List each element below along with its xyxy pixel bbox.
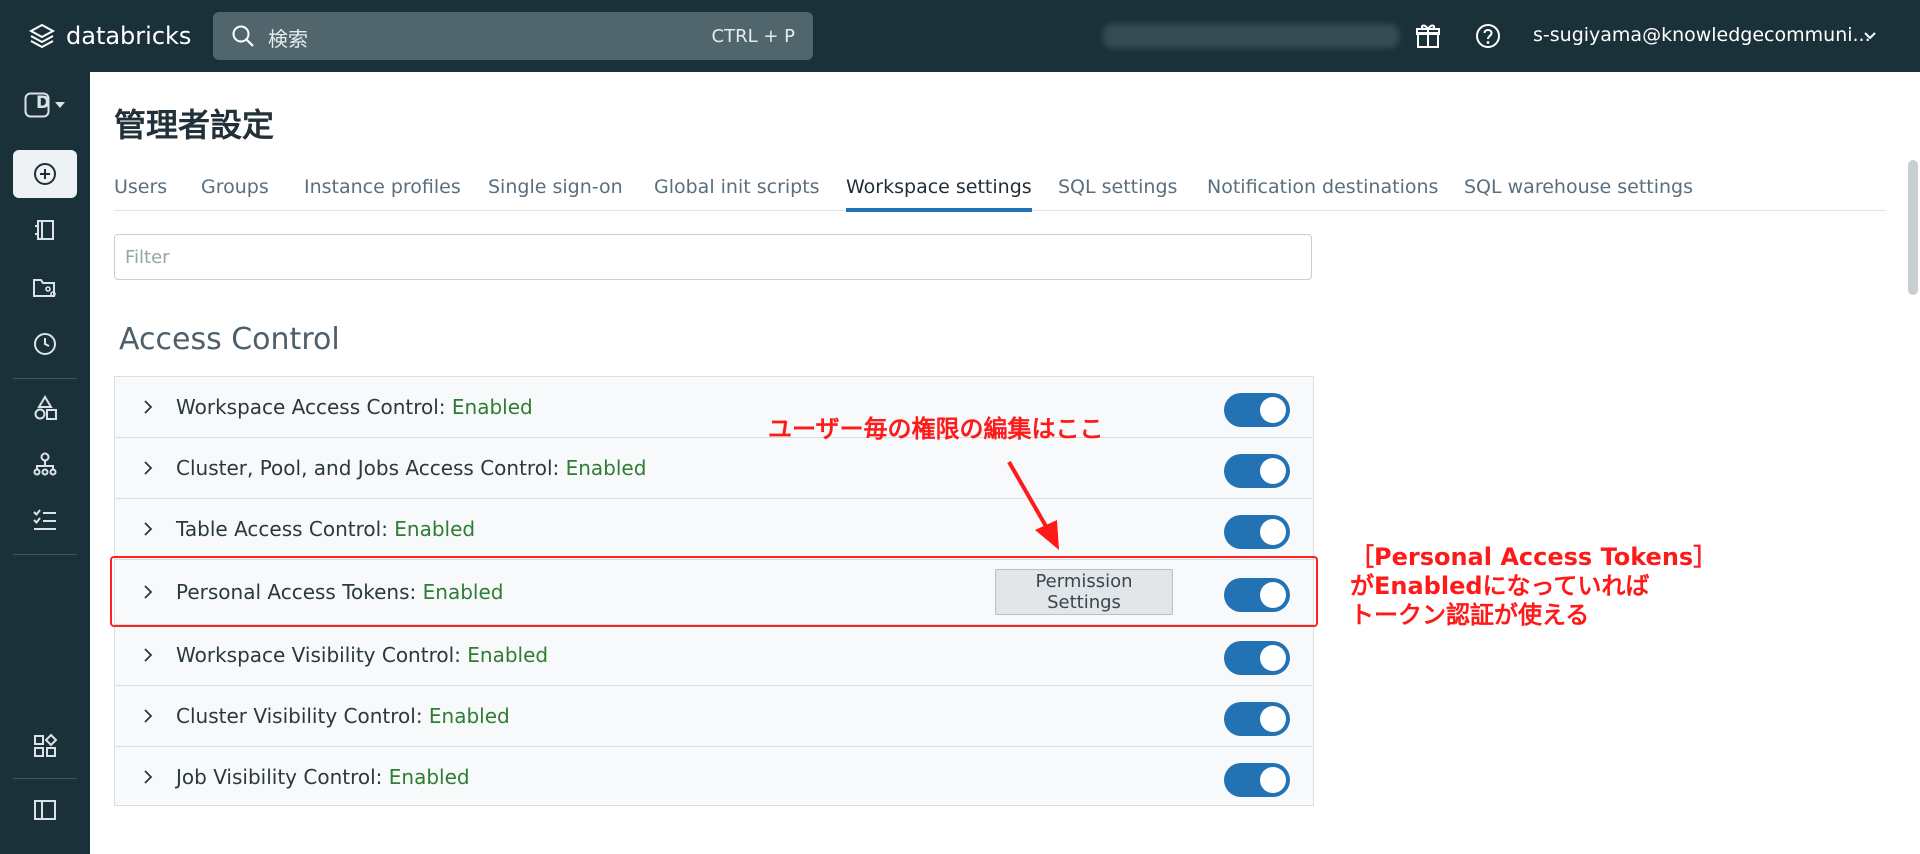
chevron-right-icon[interactable] [141,708,155,724]
tab-workspace-settings[interactable]: Workspace settings [846,176,1032,212]
setting-label: Cluster Visibility Control: Enabled [176,704,510,728]
workspace-badge-letter: D [36,93,51,113]
annotation-token-line3: トークン認証が使える [1350,601,1590,629]
setting-row-table-access-control: Table Access Control: Enabled [115,499,1313,560]
sidebar-item-marketplace[interactable] [13,722,77,770]
checklist-icon [33,509,56,530]
sidebar-item-workflows[interactable] [13,496,77,544]
sidebar-divider-2 [13,554,77,555]
left-sidebar: D [0,72,90,854]
sidebar-item-workspace[interactable] [13,206,77,254]
databricks-logo-icon [28,23,56,49]
setting-label: Cluster, Pool, and Jobs Access Control: … [176,456,647,480]
chevron-right-icon[interactable] [141,399,155,415]
setting-label: Workspace Visibility Control: Enabled [176,643,549,667]
setting-label: Job Visibility Control: Enabled [176,765,470,789]
setting-status: Enabled [394,517,476,541]
filter-input[interactable] [114,234,1312,280]
databricks-logo[interactable]: databricks [28,18,191,54]
sidebar-item-compute[interactable] [13,440,77,488]
plus-circle-icon [34,163,56,185]
caret-down-icon [55,102,65,108]
scrollbar[interactable] [1908,160,1918,295]
setting-row-workspace-visibility-control: Workspace Visibility Control: Enabled [115,625,1313,686]
settings-tabs: Users Groups Instance profiles Single si… [114,176,1886,212]
tab-sql-warehouse-settings[interactable]: SQL warehouse settings [1464,176,1693,210]
chevron-right-icon[interactable] [141,460,155,476]
notebook-icon [35,220,54,240]
tab-sql-settings[interactable]: SQL settings [1058,176,1177,210]
chevron-right-icon[interactable] [141,647,155,663]
tab-groups[interactable]: Groups [201,176,269,210]
annotation-token-line2: がEnabledになっていれば [1350,572,1650,600]
tab-global-init-scripts[interactable]: Global init scripts [654,176,820,210]
gift-icon[interactable] [1414,22,1442,50]
setting-toggle[interactable] [1224,702,1290,736]
setting-row-cluster-pool-jobs-access-control: Cluster, Pool, and Jobs Access Control: … [115,438,1313,499]
setting-toggle[interactable] [1224,515,1290,549]
setting-label: Workspace Access Control: Enabled [176,395,533,419]
cluster-icon [33,452,57,476]
help-icon[interactable] [1474,22,1502,50]
chevron-down-icon[interactable] [1862,28,1878,44]
sidebar-item-repos[interactable] [13,264,77,312]
setting-toggle[interactable] [1224,393,1290,427]
repo-folder-icon [33,279,56,297]
new-button[interactable] [13,150,77,198]
apps-icon [34,733,58,757]
shapes-icon [34,395,57,420]
sidebar-item-data[interactable] [13,384,77,432]
annotation-arrow [1007,461,1059,550]
chevron-right-icon[interactable] [141,769,155,785]
annotation-permission-note: ユーザー毎の権限の編集はここ [768,415,1104,443]
setting-status: Enabled [451,395,533,419]
user-menu[interactable]: s-sugiyama@knowledgecommuni... [1533,24,1871,46]
tab-notification-destinations[interactable]: Notification destinations [1207,176,1438,210]
setting-status: Enabled [565,456,647,480]
setting-row-workspace-access-control: Workspace Access Control: Enabled [115,377,1313,438]
collapse-sidebar-button[interactable] [13,786,77,834]
setting-row-job-visibility-control: Job Visibility Control: Enabled [115,747,1313,805]
setting-toggle[interactable] [1224,641,1290,675]
setting-label: Table Access Control: Enabled [176,517,476,541]
sidebar-toggle-icon [34,800,56,820]
top-bar: databricks 検索 CTRL + P s-sugiyama@knowle… [0,0,1920,72]
setting-row-cluster-visibility-control: Cluster Visibility Control: Enabled [115,686,1313,747]
annotation-token-note: ［Personal Access Tokens］ がEnabledになっていれば… [1350,543,1717,630]
tab-single-sign-on[interactable]: Single sign-on [488,176,623,210]
setting-toggle[interactable] [1224,454,1290,488]
chevron-right-icon[interactable] [141,521,155,537]
setting-status: Enabled [428,704,510,728]
search-placeholder: 検索 [268,27,308,51]
sidebar-divider-3 [13,778,77,779]
workspace-name-redacted [1103,24,1399,48]
setting-toggle[interactable] [1224,763,1290,797]
clock-icon [34,333,56,355]
annotation-token-line1: ［Personal Access Tokens］ [1350,543,1718,571]
search-shortcut: CTRL + P [711,26,795,47]
tab-users[interactable]: Users [114,176,167,210]
sidebar-item-recents[interactable] [13,320,77,368]
tab-instance-profiles[interactable]: Instance profiles [304,176,461,210]
setting-status: Enabled [388,765,470,789]
sidebar-divider [13,378,77,379]
workspace-switcher[interactable]: D [13,81,77,129]
section-title: Access Control [119,322,340,357]
search-icon [232,25,254,47]
search-bar[interactable]: 検索 CTRL + P [213,12,813,60]
setting-status: Enabled [467,643,549,667]
highlight-box [110,556,1318,627]
brand-name: databricks [66,22,192,50]
page-title: 管理者設定 [114,106,275,144]
